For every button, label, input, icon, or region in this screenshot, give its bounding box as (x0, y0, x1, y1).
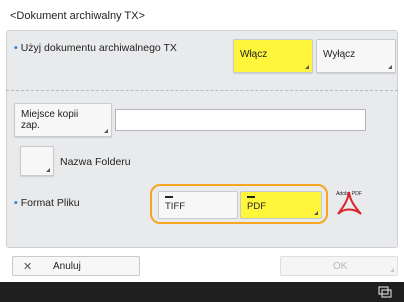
file-format-selector: TIFF PDF (150, 184, 328, 224)
enable-button[interactable]: Włącz (233, 39, 313, 73)
file-format-icon (247, 196, 255, 198)
adobe-pdf-icon: Adobe PDF (336, 191, 362, 215)
use-archive-label-row: • Użyj dokumentu archiwalnego TX (14, 42, 177, 54)
corner-indicator-icon (388, 65, 392, 69)
status-monitor-icon[interactable] (378, 285, 392, 299)
folder-name-button[interactable] (20, 146, 54, 176)
close-icon: ✕ (23, 261, 33, 273)
file-format-icon (165, 196, 173, 198)
disable-button-label: Wyłącz (323, 49, 356, 60)
save-location-label: Miejsce kopii zap. (21, 109, 79, 131)
pdf-button[interactable]: PDF (240, 191, 322, 219)
ok-button[interactable]: OK (280, 256, 398, 276)
pdf-label: PDF (247, 201, 266, 212)
corner-indicator-icon (390, 268, 394, 272)
corner-indicator-icon (104, 129, 108, 133)
bullet-icon: • (14, 42, 18, 54)
ok-label: OK (333, 261, 348, 272)
corner-indicator-icon (314, 211, 318, 215)
use-archive-label: Użyj dokumentu archiwalnego TX (20, 42, 177, 54)
enable-button-label: Włącz (240, 49, 268, 60)
disable-button[interactable]: Wyłącz (316, 39, 396, 73)
bullet-icon: • (14, 197, 18, 209)
folder-name-label: Nazwa Folderu (60, 156, 131, 168)
tiff-label: TIFF (165, 201, 186, 212)
file-format-label-row: • Format Pliku (14, 197, 80, 209)
save-location-button[interactable]: Miejsce kopii zap. (14, 103, 112, 137)
status-bar (0, 282, 404, 302)
corner-indicator-icon (46, 168, 50, 172)
file-format-label: Format Pliku (20, 197, 80, 209)
cancel-button[interactable]: ✕ Anuluj (12, 256, 140, 276)
screen-title: <Dokument archiwalny TX> (10, 10, 145, 22)
save-location-field[interactable] (115, 109, 366, 131)
corner-indicator-icon (305, 65, 309, 69)
cancel-label: Anuluj (53, 261, 81, 272)
tiff-button[interactable]: TIFF (158, 191, 238, 219)
section-divider (6, 90, 398, 91)
